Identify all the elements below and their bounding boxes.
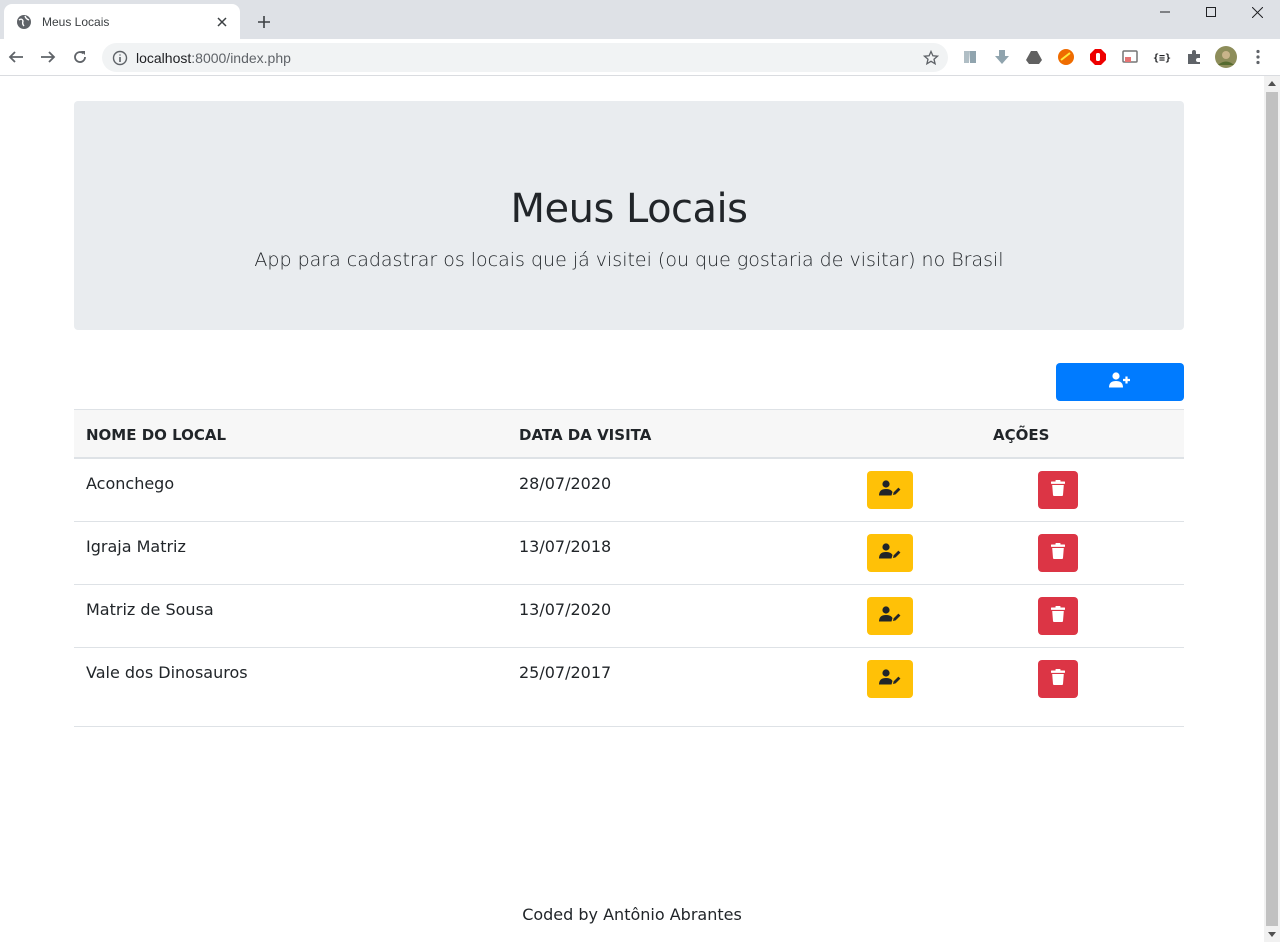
table-row: Aconchego 28/07/2020 <box>74 459 1184 522</box>
edit-button[interactable] <box>867 597 913 635</box>
delete-button[interactable] <box>1038 660 1078 698</box>
maximize-icon[interactable] <box>1188 0 1234 24</box>
extension-json-icon[interactable]: {≡} <box>1153 48 1171 66</box>
edit-button[interactable] <box>867 534 913 572</box>
globe-icon <box>16 14 32 30</box>
browser-tab[interactable]: Meus Locais <box>4 4 240 39</box>
edit-button[interactable] <box>867 660 913 698</box>
extension-orange-icon[interactable] <box>1057 48 1075 66</box>
url-text: localhost:8000/index.php <box>136 50 922 66</box>
user-edit-icon <box>879 480 901 500</box>
trash-icon <box>1051 606 1065 626</box>
tab-strip: Meus Locais <box>0 0 1280 39</box>
place-name: Vale dos Dinosauros <box>86 663 248 682</box>
user-edit-icon <box>879 606 901 626</box>
footer-credit: Coded by Antônio Abrantes <box>522 905 742 924</box>
places-table: NOME DO LOCAL DATA DA VISITA AÇÕES Aconc… <box>74 409 1184 727</box>
extension-drive-icon[interactable] <box>1025 48 1043 66</box>
reload-icon[interactable] <box>69 46 91 68</box>
add-place-button[interactable] <box>1056 363 1184 401</box>
scroll-up-arrow-icon[interactable] <box>1264 76 1280 91</box>
table-row: Vale dos Dinosauros 25/07/2017 <box>74 648 1184 727</box>
header-visit-date: DATA DA VISITA <box>519 426 652 444</box>
svg-text:{≡}: {≡} <box>1153 53 1171 64</box>
jumbotron: Meus Locais App para cadastrar os locais… <box>74 101 1184 330</box>
vertical-scrollbar[interactable] <box>1264 76 1280 942</box>
extension-cast-icon[interactable] <box>1121 48 1139 66</box>
browser-menu-icon[interactable] <box>1249 48 1267 66</box>
bookmark-star-icon[interactable] <box>922 49 940 67</box>
trash-icon <box>1051 543 1065 563</box>
minimize-icon[interactable] <box>1142 0 1188 24</box>
url-host: localhost <box>136 49 192 66</box>
page-subtitle: App para cadastrar os locais que já visi… <box>254 249 1004 271</box>
info-icon[interactable] <box>112 50 128 66</box>
table-row: Matriz de Sousa 13/07/2020 <box>74 585 1184 648</box>
forward-arrow-icon[interactable] <box>37 46 59 68</box>
tab-close-icon[interactable] <box>214 14 230 30</box>
new-tab-icon[interactable] <box>254 12 274 32</box>
extensions-puzzle-icon[interactable] <box>1185 48 1203 66</box>
trash-icon <box>1051 669 1065 689</box>
user-edit-icon <box>879 669 901 689</box>
browser-toolbar: localhost:8000/index.php {≡} <box>0 39 1280 76</box>
user-edit-icon <box>879 543 901 563</box>
extension-translate-icon[interactable] <box>961 48 979 66</box>
tab-title: Meus Locais <box>42 14 110 29</box>
back-arrow-icon[interactable] <box>5 46 27 68</box>
visit-date: 13/07/2018 <box>519 537 612 556</box>
scroll-down-arrow-icon[interactable] <box>1264 927 1280 942</box>
header-place-name: NOME DO LOCAL <box>86 426 227 444</box>
visit-date: 28/07/2020 <box>519 474 612 493</box>
profile-avatar[interactable] <box>1215 46 1237 68</box>
edit-button[interactable] <box>867 471 913 509</box>
page-viewport: Meus Locais App para cadastrar os locais… <box>0 76 1264 942</box>
visit-date: 13/07/2020 <box>519 600 612 619</box>
trash-icon <box>1051 480 1065 500</box>
scrollbar-thumb[interactable] <box>1266 92 1278 926</box>
extension-download-icon[interactable] <box>993 48 1011 66</box>
address-bar[interactable]: localhost:8000/index.php <box>102 43 948 72</box>
table-header: NOME DO LOCAL DATA DA VISITA AÇÕES <box>74 409 1184 459</box>
delete-button[interactable] <box>1038 597 1078 635</box>
visit-date: 25/07/2017 <box>519 663 612 682</box>
extension-adblock-icon[interactable] <box>1089 48 1107 66</box>
user-plus-icon <box>1109 372 1131 392</box>
url-path: :8000/index.php <box>191 49 291 66</box>
place-name: Matriz de Sousa <box>86 600 214 619</box>
window-close-icon[interactable] <box>1234 0 1280 24</box>
table-row: Igraja Matriz 13/07/2018 <box>74 522 1184 585</box>
place-name: Aconchego <box>86 474 175 493</box>
delete-button[interactable] <box>1038 534 1078 572</box>
page-title: Meus Locais <box>510 186 748 232</box>
header-actions: AÇÕES <box>993 426 1050 444</box>
place-name: Igraja Matriz <box>86 537 186 556</box>
delete-button[interactable] <box>1038 471 1078 509</box>
